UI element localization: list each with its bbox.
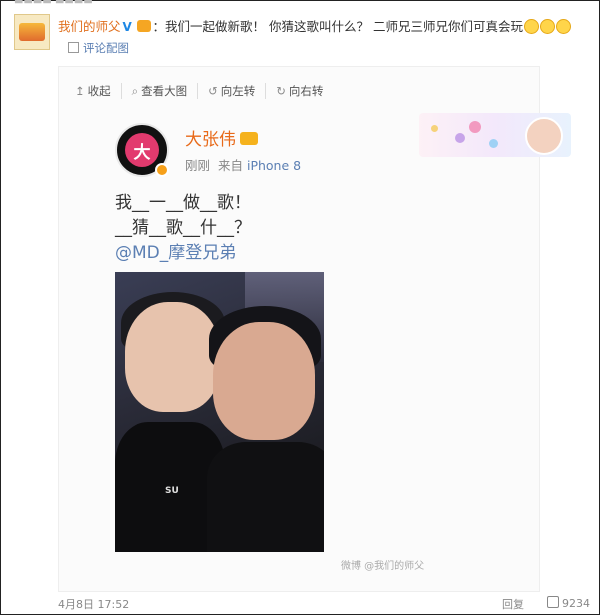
smile-emoji-icon [555,19,571,34]
collapse-icon: ↥ [75,84,85,98]
v-badge-icon: V [122,20,132,34]
rotate-right-button[interactable]: ↻ 向右转 [274,83,333,99]
comment-line: 我们的师父 V ：我们一起做新歌！ 你猜这歌叫什么？ 二师兄三师兄你们可真会玩 [58,16,571,35]
post-line-1: 我__一__做__歌！ [115,193,251,213]
collapse-label: 收起 [87,84,111,98]
like-count: 9234 [562,597,590,610]
reply-button[interactable]: 回复 [502,596,524,612]
comment-image-label: 评论配图 [83,41,129,55]
poster-name-row: 大张伟 [185,125,258,150]
rotate-right-icon: ↻ [276,84,286,98]
post-line-2: __猜__歌__什__？ [115,218,251,238]
post-photo[interactable]: SU [115,272,324,552]
poster-avatar-char: 大 [125,133,159,167]
verified-badge-icon [155,163,169,177]
like-button[interactable]: 9234 [547,596,590,610]
comment-header: 我们的师父 V ：我们一起做新歌！ 你猜这歌叫什么？ 二师兄三师兄你们可真会玩 评论… [14,12,590,55]
comment-footer: 4月8日 17:52 回复 9234 [0,596,600,612]
rotate-left-icon: ↺ [208,84,218,98]
smile-emoji-icon [539,19,555,34]
shirt-logo: SU [165,486,179,496]
view-large-label: 查看大图 [141,84,188,98]
collapse-button[interactable]: ↥ 收起 [73,83,122,99]
rotate-left-button[interactable]: ↺ 向左转 [206,83,267,99]
image-toolbar: ↥ 收起 ⌕ 查看大图 ↺ 向左转 ↻ 向右转 [73,83,341,99]
smile-emoji-icon [523,19,539,34]
post-body: 我__一__做__歌！ __猜__歌__什__？ @MD_摩登兄弟 [115,191,251,266]
crown-icon [240,132,258,145]
poster-avatar[interactable]: 大 [115,123,169,177]
source-prefix: 来自 [217,158,243,173]
vip-icon [136,20,151,32]
poster-name[interactable]: 大张伟 [185,130,236,150]
comment-image-tag[interactable]: 评论配图 [68,40,129,56]
post-meta: 刚刚 来自 iPhone 8 [185,155,301,174]
image-viewer-panel: ↥ 收起 ⌕ 查看大图 ↺ 向左转 ↻ 向右转 大 大张伟 刚刚 来自 iPhone 8… [58,66,571,592]
post-source[interactable]: iPhone 8 [247,158,301,173]
like-icon [547,596,559,608]
post-time: 刚刚 [185,158,211,173]
decorative-banner [419,113,571,157]
clipped-previous-content: ▬▬▬▬ ▬▬▬▬ [14,0,93,6]
commenter-name[interactable]: 我们的师父 [58,19,121,34]
rotate-right-label: 向右转 [288,84,324,98]
mention-link[interactable]: @MD_摩登兄弟 [115,241,251,266]
comment-time: 4月8日 17:52 [58,598,130,611]
zoom-icon: ⌕ [131,84,139,98]
banner-avatar [525,117,563,155]
image-watermark: 微博 @我们的师父 [341,561,425,572]
view-large-button[interactable]: ⌕ 查看大图 [130,83,199,99]
rotate-left-label: 向左转 [220,84,256,98]
commenter-avatar[interactable] [14,14,50,50]
comment-text: ：我们一起做新歌！ 你猜这歌叫什么？ 二师兄三师兄你们可真会玩 [152,19,523,34]
checkbox-icon[interactable] [68,42,79,53]
